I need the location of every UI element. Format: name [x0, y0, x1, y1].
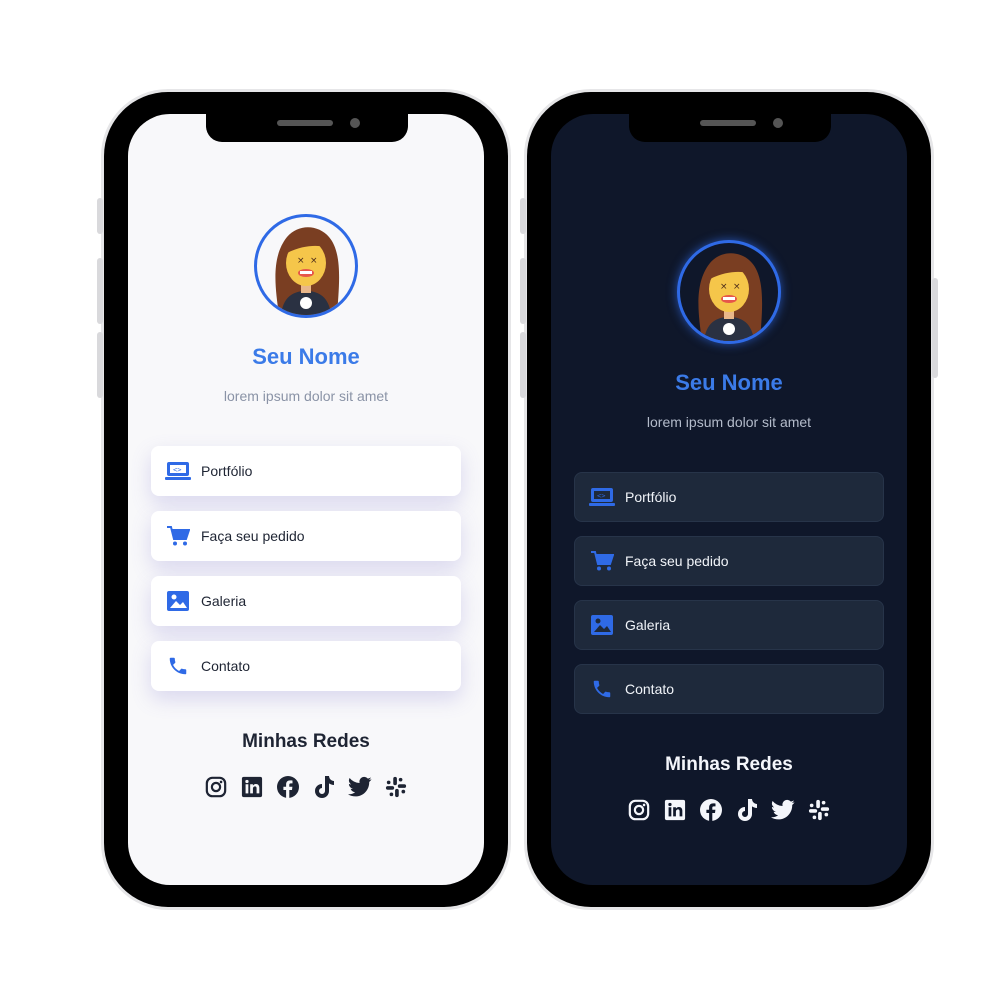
- phone-light-mockup: × × Seu Nome lorem ipsum dolor sit amet …: [97, 92, 508, 907]
- profile-subtitle: lorem ipsum dolor sit amet: [223, 388, 389, 404]
- link-list: <> Portfólio Faça seu pedido Galeria Con…: [574, 472, 884, 714]
- svg-text:<>: <>: [173, 466, 181, 474]
- svg-text:<>: <>: [597, 492, 605, 500]
- instagram-icon[interactable]: [204, 775, 228, 799]
- instagram-icon[interactable]: [627, 798, 651, 822]
- speaker-grille: [277, 120, 333, 126]
- link-label: Galeria: [625, 617, 671, 633]
- profile-content: × × Seu Nome lorem ipsum dolor sit amet …: [551, 240, 907, 822]
- social-icons-row: [128, 775, 484, 799]
- svg-text:×: ×: [310, 256, 318, 266]
- mute-switch: [520, 198, 526, 234]
- link-label: Galeria: [201, 593, 247, 609]
- svg-text:×: ×: [733, 282, 741, 292]
- svg-text:×: ×: [720, 282, 728, 292]
- link-label: Contato: [201, 658, 251, 674]
- power-button: [932, 278, 938, 378]
- profile-name: Seu Nome: [252, 344, 360, 369]
- facebook-icon[interactable]: [276, 775, 300, 799]
- phone-dark-mockup: × × Seu Nome lorem ipsum dolor sit amet …: [520, 92, 938, 907]
- link-contact-button[interactable]: Contato: [151, 641, 461, 691]
- volume-up-button: [520, 258, 526, 324]
- twitter-icon[interactable]: [348, 775, 372, 799]
- shopping-cart-icon: [589, 548, 615, 574]
- link-label: Faça seu pedido: [625, 553, 729, 569]
- tiktok-icon[interactable]: [312, 775, 336, 799]
- phone-icon: [165, 653, 191, 679]
- phone-notch: [629, 114, 831, 142]
- volume-down-button: [97, 332, 103, 398]
- front-camera: [350, 118, 360, 128]
- volume-up-button: [97, 258, 103, 324]
- slack-icon[interactable]: [807, 798, 831, 822]
- profile-content: × × Seu Nome lorem ipsum dolor sit amet …: [128, 214, 484, 799]
- link-order-button[interactable]: Faça seu pedido: [574, 536, 884, 586]
- link-label: Contato: [625, 681, 675, 697]
- volume-down-button: [520, 332, 526, 398]
- profile-subtitle: lorem ipsum dolor sit amet: [646, 414, 812, 430]
- svg-text:×: ×: [297, 256, 305, 266]
- networks-title: Minhas Redes: [665, 754, 793, 775]
- mute-switch: [97, 198, 103, 234]
- link-list: <> Portfólio Faça seu pedido Galeria Con…: [151, 446, 461, 691]
- profile-name: Seu Nome: [675, 370, 783, 395]
- link-gallery-button[interactable]: Galeria: [151, 576, 461, 626]
- facebook-icon[interactable]: [699, 798, 723, 822]
- image-icon: [589, 612, 615, 638]
- laptop-code-icon: <>: [589, 484, 615, 510]
- link-portfolio-button[interactable]: <> Portfólio: [574, 472, 884, 522]
- linkedin-icon[interactable]: [663, 798, 687, 822]
- social-icons-row: [551, 798, 907, 822]
- link-contact-button[interactable]: Contato: [574, 664, 884, 714]
- tiktok-icon[interactable]: [735, 798, 759, 822]
- link-label: Portfólio: [201, 463, 253, 479]
- twitter-icon[interactable]: [771, 798, 795, 822]
- link-gallery-button[interactable]: Galeria: [574, 600, 884, 650]
- phone-screen: × × Seu Nome lorem ipsum dolor sit amet …: [551, 114, 907, 885]
- avatar: × ×: [677, 240, 781, 344]
- avatar: × ×: [254, 214, 358, 318]
- phone-icon: [589, 676, 615, 702]
- phone-screen: × × Seu Nome lorem ipsum dolor sit amet …: [128, 114, 484, 885]
- front-camera: [773, 118, 783, 128]
- image-icon: [165, 588, 191, 614]
- link-label: Portfólio: [625, 489, 677, 505]
- phone-notch: [206, 114, 408, 142]
- laptop-code-icon: <>: [165, 458, 191, 484]
- link-order-button[interactable]: Faça seu pedido: [151, 511, 461, 561]
- link-label: Faça seu pedido: [201, 528, 305, 544]
- speaker-grille: [700, 120, 756, 126]
- shopping-cart-icon: [165, 523, 191, 549]
- link-portfolio-button[interactable]: <> Portfólio: [151, 446, 461, 496]
- slack-icon[interactable]: [384, 775, 408, 799]
- networks-title: Minhas Redes: [242, 731, 370, 752]
- linkedin-icon[interactable]: [240, 775, 264, 799]
